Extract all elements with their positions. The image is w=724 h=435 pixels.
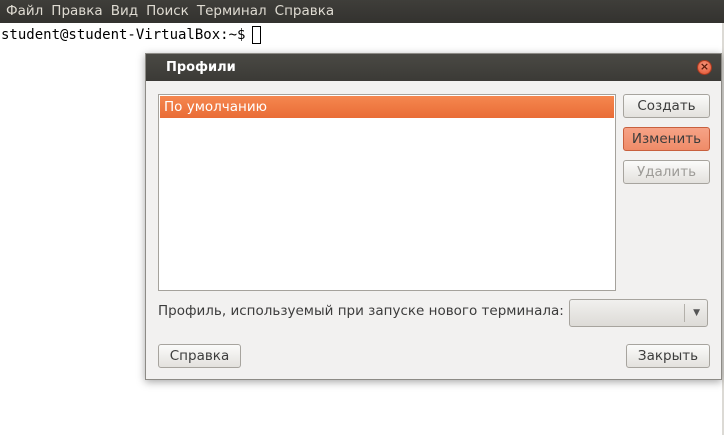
profiles-list[interactable]: По умолчанию: [158, 94, 616, 291]
help-button[interactable]: Справка: [158, 344, 241, 368]
delete-button[interactable]: Удалить: [623, 160, 710, 184]
profiles-dialog: Профили × По умолчанию Создать Изменить …: [145, 53, 722, 380]
menu-help[interactable]: Справка: [271, 0, 338, 23]
terminal-prompt-line: student@student-VirtualBox:~$: [1, 26, 262, 44]
default-profile-select[interactable]: ▼: [569, 299, 708, 327]
close-icon[interactable]: ×: [697, 60, 712, 75]
default-profile-label: Профиль, используемый при запуске нового…: [158, 303, 564, 319]
menu-view[interactable]: Вид: [107, 0, 142, 23]
dialog-title: Профили: [166, 60, 236, 75]
menu-edit[interactable]: Правка: [47, 0, 106, 23]
menu-search[interactable]: Поиск: [142, 0, 193, 23]
menu-file[interactable]: Файл: [4, 0, 47, 23]
text-cursor: [252, 26, 262, 44]
close-button[interactable]: Закрыть: [626, 344, 710, 368]
create-button[interactable]: Создать: [623, 94, 710, 118]
chevron-down-icon: ▼: [693, 308, 700, 318]
terminal-menubar: Файл Правка Вид Поиск Терминал Справка: [0, 0, 724, 23]
menu-terminal[interactable]: Терминал: [193, 0, 271, 23]
combo-separator: [684, 304, 685, 322]
shell-prompt: student@student-VirtualBox:~$: [1, 27, 246, 43]
edit-button[interactable]: Изменить: [623, 127, 710, 151]
dialog-titlebar[interactable]: Профили ×: [146, 54, 721, 81]
list-item-selected[interactable]: По умолчанию: [160, 96, 614, 118]
